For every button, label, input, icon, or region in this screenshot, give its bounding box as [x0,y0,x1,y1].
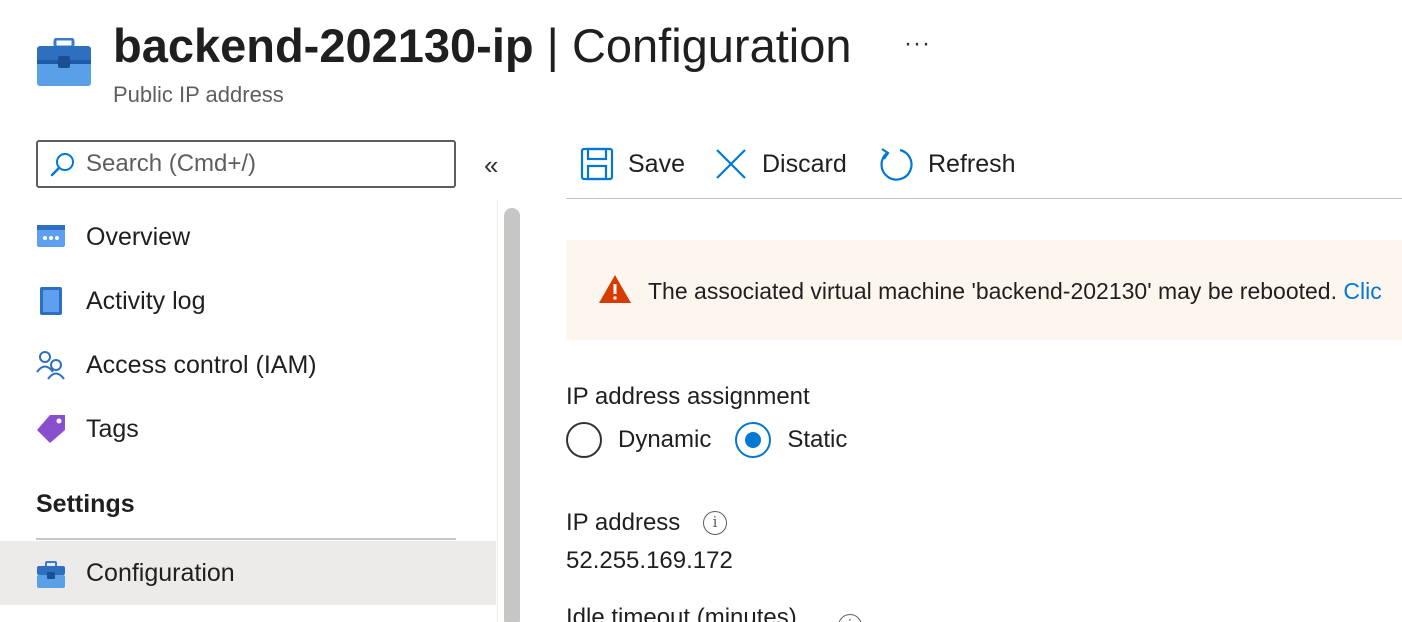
resource-type-subtitle: Public IP address [113,82,284,107]
public-ip-briefcase-icon [37,38,91,86]
title-separator: | [546,19,559,72]
ip-address-value: 52.255.169.172 [566,547,733,574]
sidebar-item-label: Activity log [86,286,206,315]
sidebar-item-activity-log[interactable]: Activity log [0,269,496,333]
tag-icon [37,415,65,443]
warning-link[interactable]: Clic [1343,278,1381,304]
ip-assignment-label: IP address assignment [566,383,810,410]
refresh-label: Refresh [928,149,1016,178]
search-input[interactable] [86,150,426,178]
search-icon [50,153,74,177]
ip-assignment-radio-group: Dynamic Static [566,420,871,460]
more-actions-button[interactable]: ··· [904,30,931,58]
resource-name: backend-202130-ip [113,19,534,72]
radio-dynamic-circle[interactable] [566,422,602,458]
radio-dynamic[interactable]: Dynamic [566,422,711,458]
sidebar-item-tags[interactable]: Tags [0,397,496,461]
refresh-icon [880,148,913,181]
configuration-icon [37,561,65,588]
sidebar-item-label: Tags [86,414,139,443]
radio-static-circle[interactable] [735,422,772,458]
discard-button[interactable]: Discard [714,142,847,186]
refresh-button[interactable]: Refresh [878,142,1016,186]
section-divider [36,538,456,540]
collapse-sidebar-button[interactable]: « [484,150,498,181]
page: backend-202130-ip | Configuration ··· Pu… [0,0,1402,622]
save-button[interactable]: Save [580,142,685,186]
radio-dynamic-label: Dynamic [618,426,712,453]
radio-static[interactable]: Static [735,422,847,458]
sidebar-item-label: Configuration [86,558,235,587]
save-label: Save [628,149,685,178]
discard-label: Discard [762,149,847,178]
warning-icon [599,275,631,303]
settings-section-header: Settings [36,490,135,518]
info-icon[interactable]: i [703,511,727,535]
access-control-icon [36,351,65,380]
info-icon[interactable]: i [838,614,862,622]
sidebar-item-configuration[interactable]: Configuration [0,541,496,605]
warning-text: The associated virtual machine 'backend-… [648,278,1344,304]
sidebar-item-label: Access control (IAM) [86,350,317,379]
sidebar-scrollbar-thumb[interactable] [504,208,520,622]
command-bar-divider [566,198,1402,199]
sidebar-item-label: Overview [86,222,191,251]
radio-static-label: Static [787,426,848,453]
blade-name: Configuration [571,19,852,72]
sidebar-search[interactable] [36,140,456,188]
ip-address-label: IP address [566,509,681,536]
idle-timeout-label: Idle timeout (minutes) [566,604,797,622]
save-icon [580,147,614,181]
reboot-warning-banner: The associated virtual machine 'backend-… [566,240,1402,340]
sidebar-item-access-control[interactable]: Access control (IAM) [0,333,496,397]
activity-log-icon [40,287,62,315]
sidebar-item-overview[interactable]: Overview [0,205,496,269]
warning-message: The associated virtual machine 'backend-… [648,278,1382,305]
page-title: backend-202130-ip | Configuration [113,18,852,74]
overview-icon [37,225,65,247]
close-icon [716,149,746,179]
